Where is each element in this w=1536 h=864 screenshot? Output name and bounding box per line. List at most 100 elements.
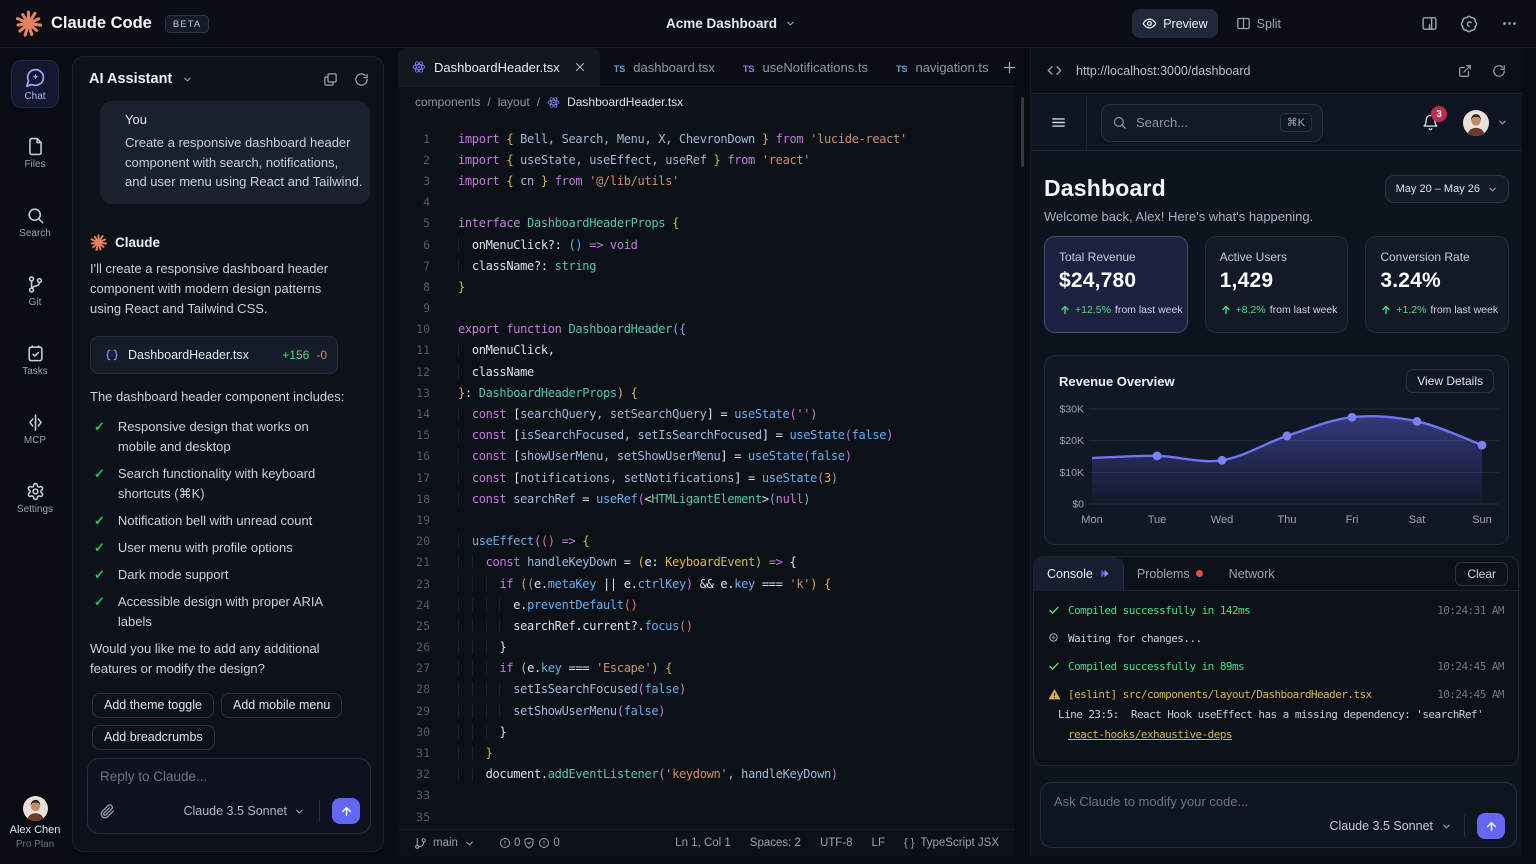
- external-link-icon[interactable]: [1458, 64, 1472, 78]
- code-brackets-icon[interactable]: [1047, 63, 1062, 78]
- search-icon: [26, 206, 45, 225]
- stat-cards: Total Revenue $24,780 +12.5%from last we…: [1044, 236, 1509, 333]
- refresh-icon[interactable]: [354, 72, 369, 87]
- chevron-down-icon: [1487, 184, 1498, 195]
- eslint-rule-link[interactable]: react-hooks/exhaustive-deps: [1068, 728, 1504, 741]
- stat-card: Total Revenue $24,780 +12.5%from last we…: [1044, 236, 1188, 333]
- project-switcher[interactable]: Acme Dashboard: [666, 16, 796, 31]
- suggestion-button[interactable]: Add breadcrumbs: [92, 725, 215, 750]
- stat-label: Total Revenue: [1059, 250, 1173, 264]
- console-tab-network[interactable]: Network: [1216, 557, 1288, 591]
- date-range-picker[interactable]: May 20 – May 26: [1385, 175, 1509, 203]
- indentation[interactable]: Spaces: 2: [750, 837, 801, 849]
- cursor-position[interactable]: Ln 1, Col 1: [675, 837, 731, 849]
- branch-name: main: [433, 837, 458, 849]
- suggestion-button[interactable]: Add mobile menu: [221, 693, 342, 718]
- ok-icon: [1048, 604, 1068, 616]
- file-type-icon: TS: [896, 60, 908, 75]
- stat-change-period: from last week: [1270, 304, 1338, 316]
- checklist-text: Dark mode support: [118, 565, 340, 585]
- clear-console-button[interactable]: Clear: [1455, 562, 1508, 586]
- line-number: 25: [398, 619, 430, 633]
- preview-label: Preview: [1163, 17, 1207, 31]
- app-avatar[interactable]: [1463, 110, 1489, 136]
- branch-icon: [414, 837, 427, 850]
- app-search-input[interactable]: Search... ⌘K: [1101, 104, 1323, 142]
- editor-scrollbar[interactable]: [1021, 97, 1024, 167]
- sidebar-item-files[interactable]: Files: [11, 129, 59, 177]
- claude-avatar-icon: [90, 234, 107, 251]
- line-number: 14: [398, 407, 430, 421]
- editor-tab-navigation.ts[interactable]: TSnavigation.ts: [882, 48, 1003, 86]
- rail-user[interactable]: Alex Chen Pro Plan: [0, 796, 70, 850]
- breadcrumb-segment[interactable]: components: [415, 95, 480, 109]
- stat-card: Conversion Rate 3.24% +1.2%from last wee…: [1365, 236, 1509, 333]
- model-selector[interactable]: Claude 3.5 Sonnet: [183, 804, 305, 818]
- git-icon: [26, 275, 45, 294]
- line-number: 32: [398, 767, 430, 781]
- reply-input[interactable]: Reply to Claude... Claude 3.5 Sonnet: [87, 758, 371, 834]
- panel-layout-button[interactable]: [1413, 9, 1445, 39]
- url-text[interactable]: http://localhost:3000/dashboard: [1076, 64, 1250, 78]
- sidebar-item-settings[interactable]: Settings: [11, 474, 59, 522]
- sidebar-item-search[interactable]: Search: [11, 198, 59, 246]
- line-number: 8: [398, 280, 430, 294]
- send-button[interactable]: [332, 798, 360, 824]
- ask-model-selector[interactable]: Claude 3.5 Sonnet: [1329, 819, 1452, 833]
- sidebar-item-git[interactable]: Git: [11, 267, 59, 315]
- editor-tabbar: DashboardHeader.tsxTSdashboard.tsxTSuseN…: [398, 48, 1015, 87]
- eol[interactable]: LF: [872, 837, 885, 849]
- open-window-icon[interactable]: [323, 72, 338, 87]
- git-branch-indicator[interactable]: main: [414, 837, 475, 850]
- line-number: 12: [398, 365, 430, 379]
- date-range: May 20 – May 26: [1396, 183, 1480, 195]
- line-number: 13: [398, 386, 430, 400]
- code-line: 5interface DashboardHeaderProps {: [398, 213, 1015, 234]
- editor-tab-dashboard.tsx[interactable]: TSdashboard.tsx: [600, 48, 729, 86]
- close-icon[interactable]: [574, 61, 586, 73]
- sidebar-item-label: MCP: [24, 435, 46, 446]
- view-details-button[interactable]: View Details: [1406, 369, 1494, 393]
- sidebar-item-label: Tasks: [22, 366, 48, 377]
- search-shortcut: ⌘K: [1280, 113, 1312, 132]
- braces-icon: { }: [904, 837, 914, 849]
- ok-icon: [1048, 660, 1068, 672]
- more-button[interactable]: [1493, 9, 1525, 39]
- ask-input[interactable]: Ask Claude to modify your code... Claude…: [1040, 782, 1517, 848]
- console-entry: [eslint] src/components/layout/Dashboard…: [1048, 688, 1504, 701]
- svg-text:$10K: $10K: [1059, 467, 1084, 479]
- sidebar-item-tasks[interactable]: Tasks: [11, 336, 59, 384]
- code-area[interactable]: 1import { Bell, Search, Menu, X, Chevron…: [398, 117, 1015, 827]
- language-mode[interactable]: TypeScript JSX: [920, 837, 999, 849]
- sidebar-item-chat[interactable]: Chat: [11, 60, 59, 108]
- editor-tab-useNotifications.ts[interactable]: TSuseNotifications.ts: [729, 48, 882, 86]
- split-button[interactable]: Split: [1226, 9, 1291, 38]
- chevron-down-icon[interactable]: [182, 74, 193, 85]
- chevron-down-icon[interactable]: [1497, 117, 1508, 128]
- notifications-button[interactable]: 3: [1422, 114, 1439, 131]
- encoding[interactable]: UTF-8: [820, 837, 853, 849]
- editor-tab-DashboardHeader.tsx[interactable]: DashboardHeader.tsx: [398, 48, 600, 86]
- badge-button[interactable]: [1453, 9, 1485, 39]
- attach-button[interactable]: [100, 804, 115, 819]
- menu-icon[interactable]: [1031, 114, 1086, 131]
- sidebar-item-mcp[interactable]: MCP: [11, 405, 59, 453]
- files-icon: [26, 137, 45, 156]
- console-timestamp: 10:24:45 AM: [1437, 660, 1504, 673]
- badge-icon: [1460, 15, 1478, 33]
- revenue-chart: $0$10K$20K$30K MonTueWedThuFriSatSun: [1059, 394, 1494, 546]
- breadcrumb-segment[interactable]: layout: [498, 95, 530, 109]
- warn-icon: [1048, 688, 1068, 701]
- preview-button[interactable]: Preview: [1132, 9, 1217, 38]
- reload-icon[interactable]: [1492, 64, 1506, 78]
- console-tab-problems[interactable]: Problems: [1124, 557, 1216, 591]
- new-tab-button[interactable]: [1002, 60, 1017, 75]
- file-chip[interactable]: DashboardHeader.tsx +156-0: [90, 336, 338, 374]
- ask-send-button[interactable]: [1477, 813, 1505, 839]
- console-tab-console[interactable]: Console: [1034, 557, 1124, 591]
- line-number: 29: [398, 704, 430, 718]
- suggestion-button[interactable]: Add theme toggle: [92, 693, 214, 718]
- svg-text:$0: $0: [1072, 499, 1084, 511]
- stat-change: +8.2%: [1236, 304, 1266, 316]
- checklist-text: Responsive design that works on mobile a…: [118, 417, 340, 457]
